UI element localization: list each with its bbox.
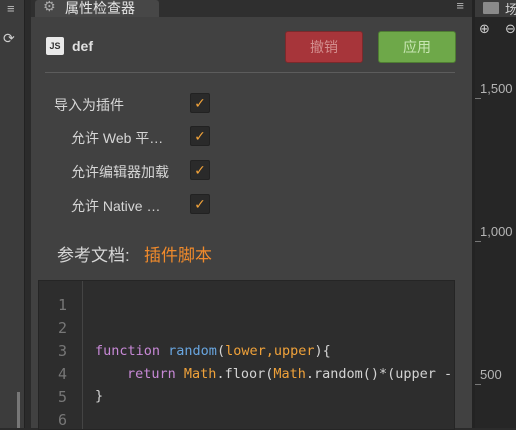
hamburger-icon[interactable]: ≡: [7, 1, 15, 16]
code-line-5: }: [95, 388, 103, 404]
ruler-tick: [475, 241, 481, 242]
zoom-out-icon[interactable]: ⊖: [505, 21, 516, 37]
import-as-plugin-checkbox[interactable]: ✓: [190, 93, 210, 113]
gear-icon: ⚙: [43, 0, 56, 14]
code-line-3: function random(lower,upper){: [95, 343, 331, 359]
zoom-in-icon[interactable]: ⊕: [479, 21, 490, 37]
line-number: 5: [58, 388, 68, 406]
scene-tab-title[interactable]: 场: [505, 0, 516, 18]
tab-inspector[interactable]: ⚙ 属性检查器: [35, 0, 159, 17]
allow-editor-checkbox[interactable]: ✓: [190, 160, 210, 180]
object-name: Math: [183, 366, 217, 382]
refresh-icon[interactable]: ⟳: [3, 30, 15, 47]
code-line-4: return Math.floor(Math.random()*(upper -: [127, 366, 452, 382]
allow-editor-label: 允许编辑器加载: [71, 164, 169, 180]
panel-menu-icon[interactable]: ≡: [456, 0, 464, 13]
scene-toolbar: ⊕ ⊖: [475, 21, 516, 41]
punctuation: ){: [314, 343, 331, 359]
doc-label: 参考文档:: [57, 246, 130, 265]
left-panel-strip: ≡ ⟳: [0, 0, 25, 428]
ruler-label: 500: [480, 367, 502, 382]
allow-web-checkbox[interactable]: ✓: [190, 126, 210, 146]
function-name: random: [168, 343, 217, 359]
line-number: 1: [58, 296, 68, 314]
import-as-plugin-label: 导入为插件: [54, 97, 124, 113]
allow-native-checkbox[interactable]: ✓: [190, 194, 210, 214]
keyword: return: [127, 366, 176, 382]
line-number: 2: [58, 319, 68, 337]
line-number-gutter: 1 2 3 4 5 6: [39, 281, 83, 429]
scrollbar[interactable]: [17, 392, 20, 428]
tab-title: 属性检查器: [65, 0, 135, 16]
line-number: 6: [58, 411, 68, 429]
object-name: Math: [273, 366, 306, 382]
apply-button[interactable]: 应用: [378, 31, 456, 63]
line-number: 3: [58, 342, 68, 360]
allow-native-label: 允许 Native …: [71, 198, 161, 214]
scene-tabbar: 场: [475, 0, 516, 17]
scene-icon: [483, 2, 499, 14]
punctuation: }: [95, 388, 104, 404]
punctuation: (: [216, 343, 226, 359]
ruler-tick: [475, 98, 481, 99]
inspector-tabbar: ⚙ 属性检查器 ≡: [31, 0, 472, 17]
doc-link[interactable]: 插件脚本: [144, 241, 212, 266]
ruler-tick: [475, 384, 481, 385]
parameters: lower,upper: [225, 343, 315, 359]
line-number: 4: [58, 365, 68, 383]
revert-button[interactable]: 撤销: [285, 31, 363, 63]
divider: [45, 72, 455, 73]
method-call: .floor(: [216, 366, 274, 382]
ruler-label: 1,500: [480, 81, 513, 96]
allow-web-label: 允许 Web 平…: [71, 130, 164, 146]
code-preview[interactable]: 1 2 3 4 5 6 function random(lower,upper)…: [38, 280, 455, 430]
inspector-panel: ⚙ 属性检查器 ≡ JS def 撤销 应用 导入为插件 ✓ 允许 Web 平……: [31, 0, 472, 430]
ruler-label: 1,000: [480, 224, 513, 239]
method-call: .random()*(upper -: [305, 366, 453, 382]
js-file-icon: JS: [46, 37, 64, 55]
keyword: function: [95, 343, 161, 359]
scene-panel: 场 ⊕ ⊖ 1,500 1,000 500: [475, 0, 516, 428]
asset-name: def: [72, 38, 93, 54]
